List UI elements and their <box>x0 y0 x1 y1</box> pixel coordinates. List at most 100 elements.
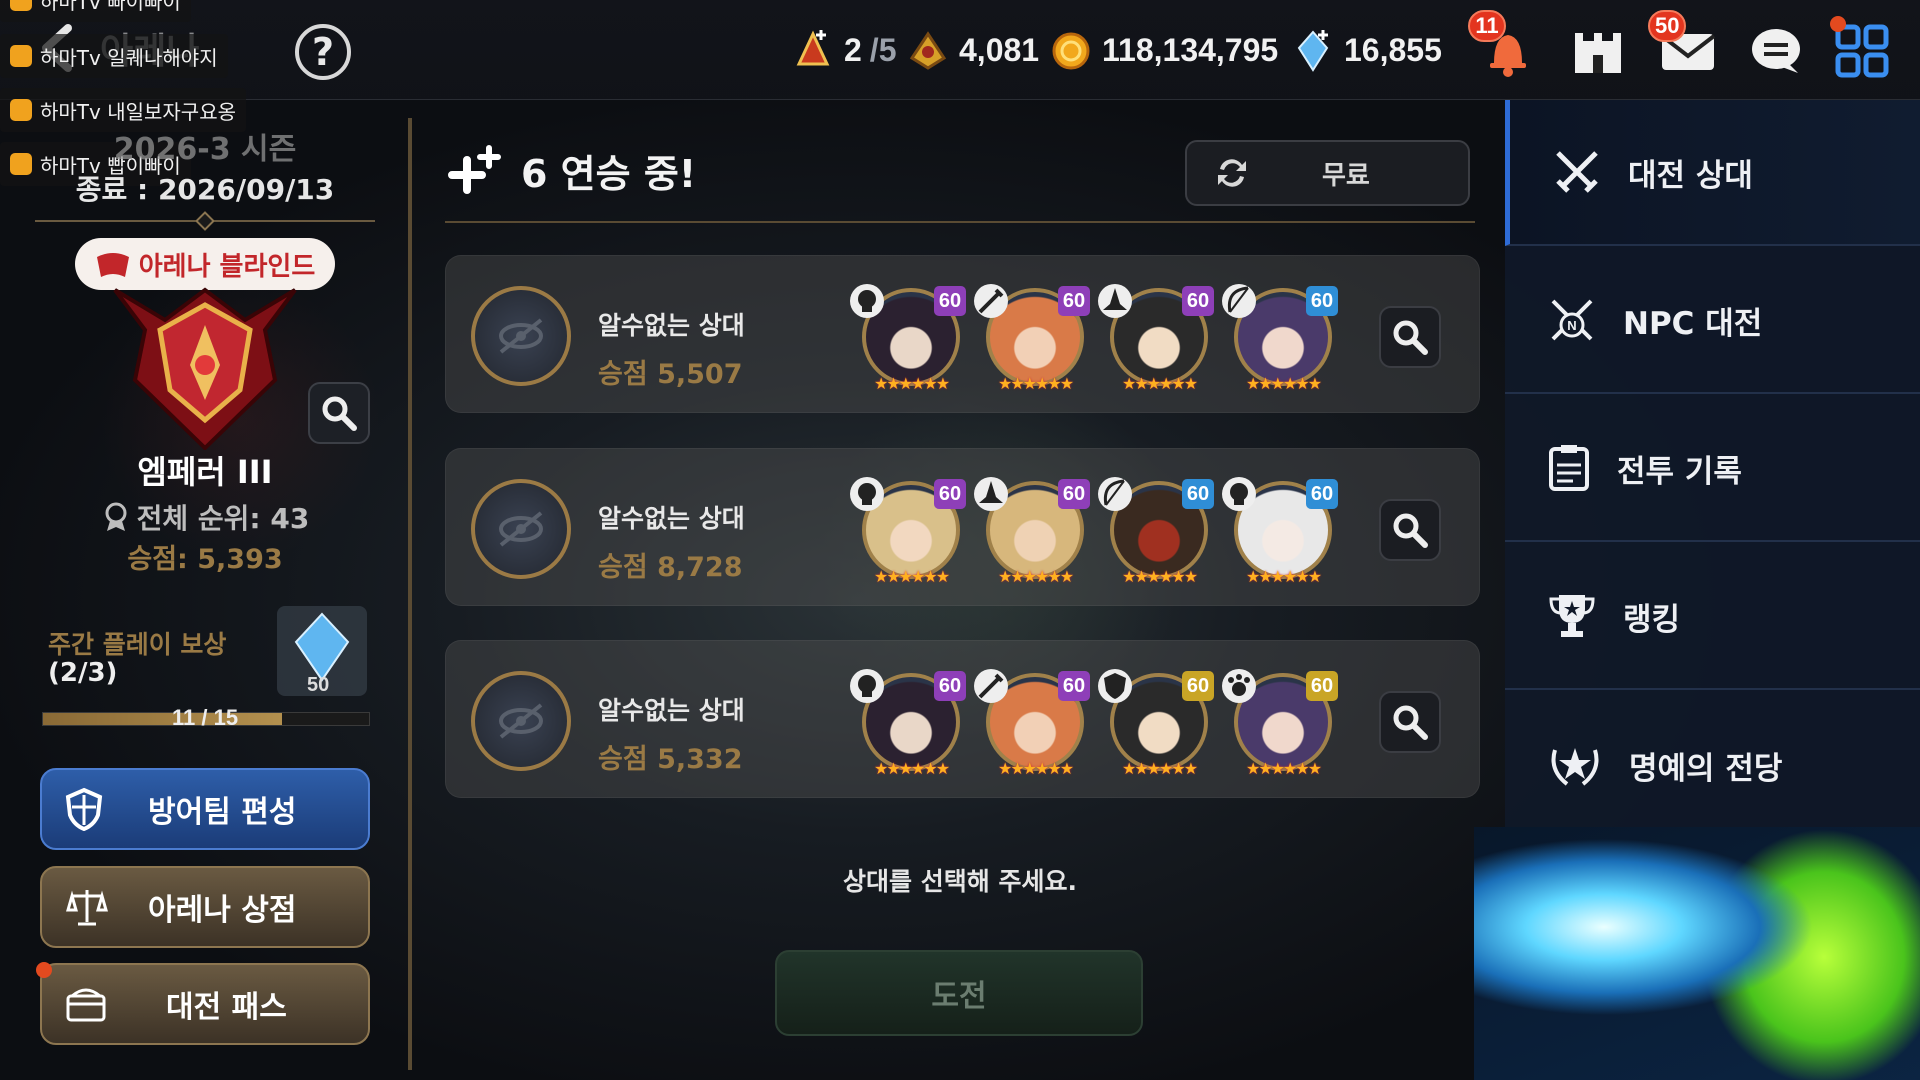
mail-button[interactable]: 50 <box>1648 10 1722 82</box>
hero-portrait[interactable]: 60 ★★★★★★ <box>1222 282 1338 393</box>
hero-portrait[interactable]: 60 ★★★★★★ <box>850 667 966 778</box>
reward-qty: 50 <box>307 674 330 696</box>
hero-portrait[interactable]: 60 ★★★★★★ <box>1098 282 1214 393</box>
pass-notification-dot <box>36 962 52 978</box>
rank-info-button[interactable] <box>308 382 370 444</box>
ranking-medal-icon <box>105 502 127 531</box>
opponent-card[interactable]: 알수없는 상대 승점 5,332 60 ★★★★★★ 60 ★★★★★★ 60 ★★★★★★ 6… <box>445 640 1480 798</box>
crossed-swords-icon <box>1556 151 1598 193</box>
alarm-button[interactable]: 11 <box>1468 10 1542 82</box>
skull-class-icon <box>850 284 884 318</box>
menu-npc-battle[interactable]: N NPC 대전 <box>1505 248 1920 394</box>
opponent-score: 승점 8,728 <box>598 552 743 583</box>
hero-level: 60 <box>1306 479 1338 509</box>
section-divider <box>445 221 1475 223</box>
crystal-icon <box>1290 27 1336 73</box>
challenge-button[interactable]: 도전 <box>775 950 1143 1036</box>
chat-button[interactable] <box>1742 20 1810 82</box>
search-icon <box>1393 705 1428 740</box>
gold-value: 118,134,795 <box>1102 31 1279 68</box>
chat-line: 하마Tv 일퀘나해야지 <box>0 34 228 78</box>
weekly-progress-text: 11 / 15 <box>172 705 239 730</box>
ticket-counter[interactable]: 2/5 <box>790 24 896 76</box>
opponent-detail-button[interactable] <box>1379 499 1441 561</box>
menu-opponents[interactable]: 대전 상대 <box>1505 100 1920 246</box>
chat-bubble-icon <box>1752 29 1800 73</box>
panel-divider <box>408 118 412 1070</box>
shield-class-icon <box>1098 669 1132 703</box>
hidden-opponent-avatar <box>471 479 571 579</box>
gold-counter[interactable]: 118,134,795 <box>1048 24 1278 76</box>
energy-beam-graphic <box>1474 827 1920 1080</box>
battle-pass-label: 대전 패스 <box>166 990 287 1025</box>
hero-portrait[interactable]: 60 ★★★★★★ <box>1098 475 1214 586</box>
hero-portrait[interactable]: 60 ★★★★★★ <box>974 475 1090 586</box>
hero-level: 60 <box>1058 286 1090 316</box>
mail-badge: 50 <box>1648 10 1687 42</box>
opponent-card[interactable]: 알수없는 상대 승점 8,728 60 ★★★★★★ 60 ★★★★★★ 60 ★★★★★★ 6… <box>445 448 1480 606</box>
opponent-name: 알수없는 상대 <box>598 504 745 533</box>
hero-level: 60 <box>934 479 966 509</box>
menu-battle-log[interactable]: 전투 기록 <box>1505 396 1920 542</box>
hero-portrait[interactable]: 60 ★★★★★★ <box>1098 667 1214 778</box>
opponent-score: 승점 5,332 <box>598 744 743 775</box>
crown-icon <box>10 45 32 67</box>
hero-portrait[interactable]: 60 ★★★★★★ <box>850 282 966 393</box>
hero-stars: ★★★★★★ <box>997 759 1074 778</box>
chat-text: 하마Tv 빠이빠이 <box>40 0 181 14</box>
hero-stars: ★★★★★★ <box>1121 759 1198 778</box>
guild-button[interactable] <box>1564 20 1632 82</box>
hero-portrait[interactable]: 60 ★★★★★★ <box>974 282 1090 393</box>
opponent-detail-button[interactable] <box>1379 691 1441 753</box>
overall-rank: 전체 순위: 43 <box>0 497 410 537</box>
crown-icon <box>10 0 32 11</box>
hero-level: 60 <box>934 286 966 316</box>
opponent-score: 승점 5,507 <box>598 359 743 390</box>
arena-menu: 대전 상대 N NPC 대전 전투 기록 랭킹 명예의 전당 <box>1505 100 1920 827</box>
hero-portrait[interactable]: 60 ★★★★★★ <box>1222 475 1338 586</box>
refresh-opponents-button[interactable]: 무료 <box>1185 140 1470 206</box>
hero-stars: ★★★★★★ <box>873 374 950 393</box>
win-streak-text: 6 연승 중! <box>521 151 697 196</box>
hero-portrait[interactable]: 60 ★★★★★★ <box>850 475 966 586</box>
crystal-counter[interactable]: 16,855 <box>1290 24 1442 76</box>
paw-class-icon <box>1222 669 1256 703</box>
season-end-date: 종료 : 2026/09/13 <box>75 173 335 206</box>
help-button[interactable]: ? <box>295 24 351 80</box>
hero-portrait[interactable]: 60 ★★★★★★ <box>974 667 1090 778</box>
hero-level: 60 <box>934 671 966 701</box>
hero-stars: ★★★★★★ <box>873 567 950 586</box>
menu-hall-of-fame[interactable]: 명예의 전당 <box>1505 692 1920 838</box>
skull-class-icon <box>850 669 884 703</box>
select-opponent-prompt: 상대를 선택해 주세요. <box>843 867 1077 896</box>
main-menu-button[interactable] <box>1828 16 1896 82</box>
hero-stars: ★★★★★★ <box>997 374 1074 393</box>
search-icon <box>322 396 357 431</box>
defense-team-button[interactable]: 방어팀 편성 <box>40 768 370 850</box>
season-name: 2026-3 시즌 <box>113 132 297 167</box>
arena-points[interactable]: 4,081 <box>905 24 1039 76</box>
help-glyph: ? <box>311 30 335 74</box>
arena-shop-button[interactable]: 아레나 상점 <box>40 866 370 948</box>
hero-stars: ★★★★★★ <box>1245 374 1322 393</box>
battle-pass-button[interactable]: 대전 패스 <box>40 963 370 1045</box>
opponent-detail-button[interactable] <box>1379 306 1441 368</box>
arena-medal-icon <box>905 27 951 73</box>
refresh-icon <box>1218 159 1246 187</box>
hero-portrait[interactable]: 60 ★★★★★★ <box>1222 667 1338 778</box>
weekly-reward-item[interactable]: 50 <box>277 606 367 696</box>
menu-label: 랭킹 <box>1623 601 1681 638</box>
ticket-value: 2 <box>844 31 862 68</box>
hat-class-icon <box>974 477 1008 511</box>
grid-menu-icon <box>1835 24 1889 78</box>
hidden-eye-icon <box>499 511 543 547</box>
refresh-cost-label: 무료 <box>1322 160 1370 191</box>
trophy-icon <box>1549 595 1595 637</box>
hero-stars: ★★★★★★ <box>873 759 950 778</box>
opponent-card[interactable]: 알수없는 상대 승점 5,507 60 ★★★★★★ 60 ★★★★★★ 60 ★★★★★★ 6… <box>445 255 1480 413</box>
weekly-reward-count: (2/3) <box>48 658 118 688</box>
skull-class-icon <box>850 477 884 511</box>
hat-class-icon <box>1098 284 1132 318</box>
menu-ranking[interactable]: 랭킹 <box>1505 544 1920 690</box>
overall-rank-text: 전체 순위: 43 <box>136 502 310 535</box>
